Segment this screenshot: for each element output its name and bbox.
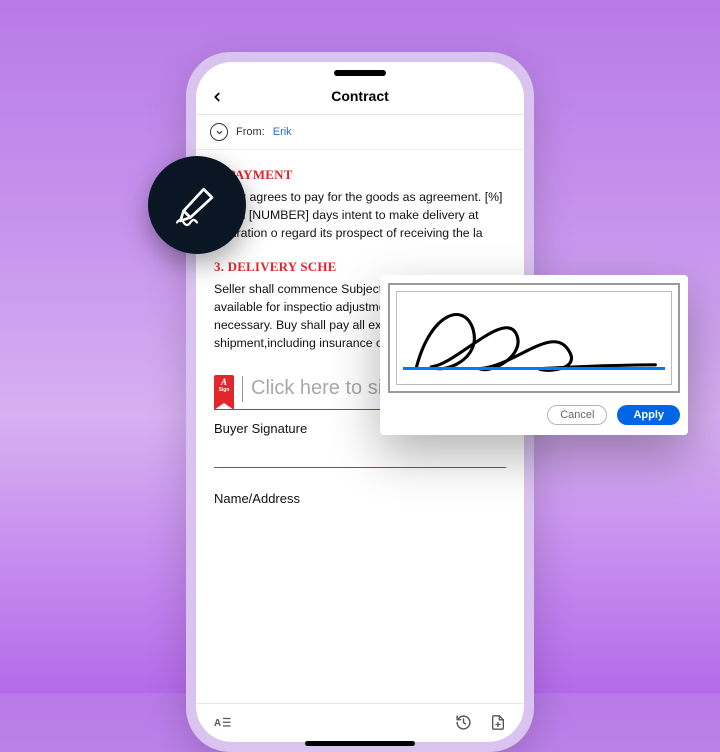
signature-canvas[interactable] xyxy=(396,291,672,385)
text-format-icon: A xyxy=(214,716,232,730)
page-title: Contract xyxy=(331,88,389,104)
from-row[interactable]: From: Erik xyxy=(196,115,524,150)
history-icon xyxy=(455,714,472,731)
pen-signature-badge[interactable] xyxy=(148,156,246,254)
signature-canvas-frame xyxy=(388,283,680,393)
chevron-down-circle-icon xyxy=(210,123,228,141)
signature-stroke xyxy=(397,292,671,384)
svg-text:A: A xyxy=(214,718,221,729)
text-format-button[interactable]: A xyxy=(214,716,232,735)
signature-baseline xyxy=(403,367,665,370)
cancel-button[interactable]: Cancel xyxy=(547,405,607,425)
signature-popup: Cancel Apply xyxy=(380,275,688,435)
bottom-toolbar: A xyxy=(196,703,524,742)
page-add-icon xyxy=(490,714,506,731)
sign-flag-icon: A Sign xyxy=(214,375,234,403)
section-title-payment: 2. PAYMENT xyxy=(214,166,506,185)
apply-button[interactable]: Apply xyxy=(617,405,680,425)
home-indicator xyxy=(305,741,415,742)
pen-signature-icon xyxy=(172,183,222,227)
signature-actions: Cancel Apply xyxy=(388,405,680,425)
chevron-left-icon xyxy=(210,90,224,104)
name-address-label: Name/Address xyxy=(214,468,506,515)
top-bar: Contract xyxy=(196,80,524,115)
divider xyxy=(242,376,243,402)
history-button[interactable] xyxy=(455,714,472,736)
from-label: From: xyxy=(236,126,265,138)
from-name: Erik xyxy=(273,126,292,138)
back-button[interactable] xyxy=(210,90,224,109)
section-body-payment: Buyer agrees to pay for the goods as agr… xyxy=(214,189,506,242)
add-page-button[interactable] xyxy=(490,714,506,736)
dynamic-island xyxy=(334,70,386,76)
